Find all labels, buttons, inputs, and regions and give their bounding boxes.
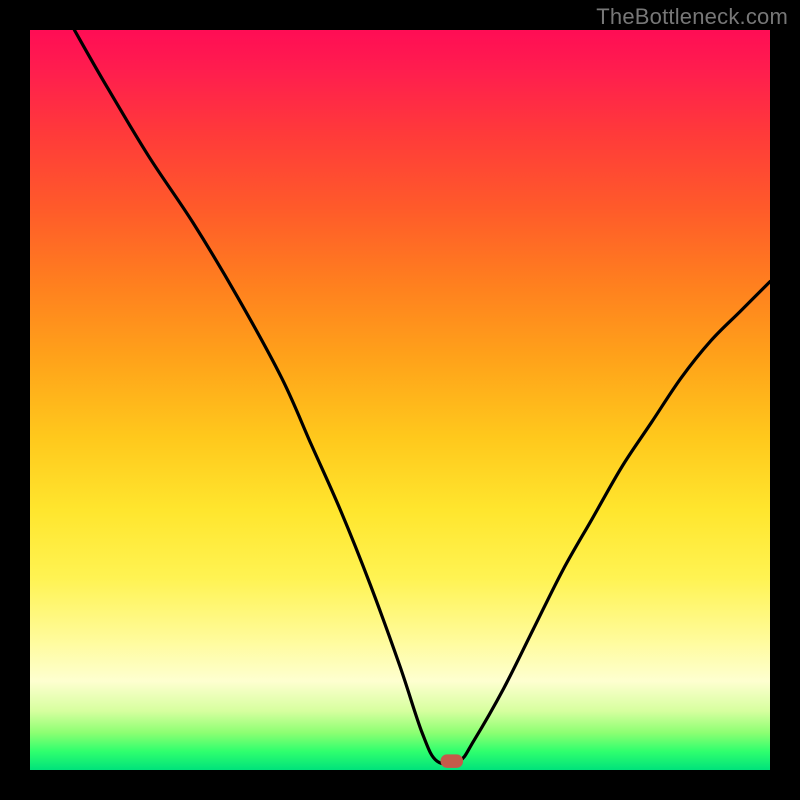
bottleneck-curve: [74, 30, 770, 764]
chart-frame: TheBottleneck.com: [0, 0, 800, 800]
curve-layer: [30, 30, 770, 770]
minimum-marker: [441, 755, 463, 768]
watermark-text: TheBottleneck.com: [596, 4, 788, 30]
plot-area: [30, 30, 770, 770]
